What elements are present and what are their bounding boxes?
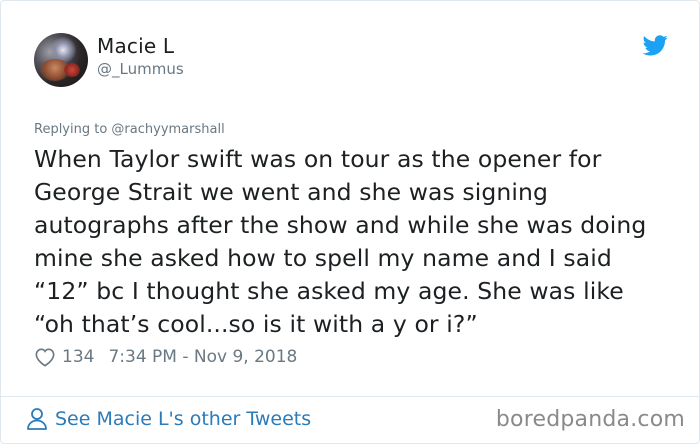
- tweet-text-line: “12” bc I thought she asked my age. She …: [34, 277, 624, 305]
- person-icon: [27, 408, 47, 430]
- avatar-detail: [64, 63, 80, 77]
- see-other-tweets-label[interactable]: See Macie L's other Tweets: [55, 408, 311, 430]
- avatar[interactable]: [34, 33, 88, 87]
- tweet-text: When Taylor swift was on tour as the ope…: [34, 143, 674, 341]
- tweet-meta: 134 7:34 PM - Nov 9, 2018: [34, 345, 297, 369]
- heart-icon[interactable]: [34, 347, 56, 367]
- twitter-bird-icon[interactable]: [643, 35, 668, 56]
- tweet-text-line: “oh that’s cool...so is it with a y or i…: [34, 310, 478, 338]
- tweet-text-line: mine she asked how to spell my name and …: [34, 244, 612, 272]
- divider: [1, 396, 699, 397]
- author-handle[interactable]: @_Lummus: [97, 60, 184, 78]
- tweet-text-line: When Taylor swift was on tour as the ope…: [34, 145, 602, 173]
- watermark: boredpanda.com: [495, 407, 685, 432]
- tweet-text-line: George Strait we went and she was signin…: [34, 178, 549, 206]
- see-other-tweets-link[interactable]: See Macie L's other Tweets: [26, 407, 311, 431]
- tweet-text-line: autographs after the show and while she …: [34, 211, 647, 239]
- tweet-card: Macie L @_Lummus Replying to @rachyymars…: [0, 0, 700, 444]
- like-count[interactable]: 134: [62, 347, 94, 367]
- timestamp[interactable]: 7:34 PM - Nov 9, 2018: [108, 347, 297, 367]
- replying-to[interactable]: Replying to @rachyymarshall: [34, 122, 225, 137]
- author-name[interactable]: Macie L: [97, 34, 174, 58]
